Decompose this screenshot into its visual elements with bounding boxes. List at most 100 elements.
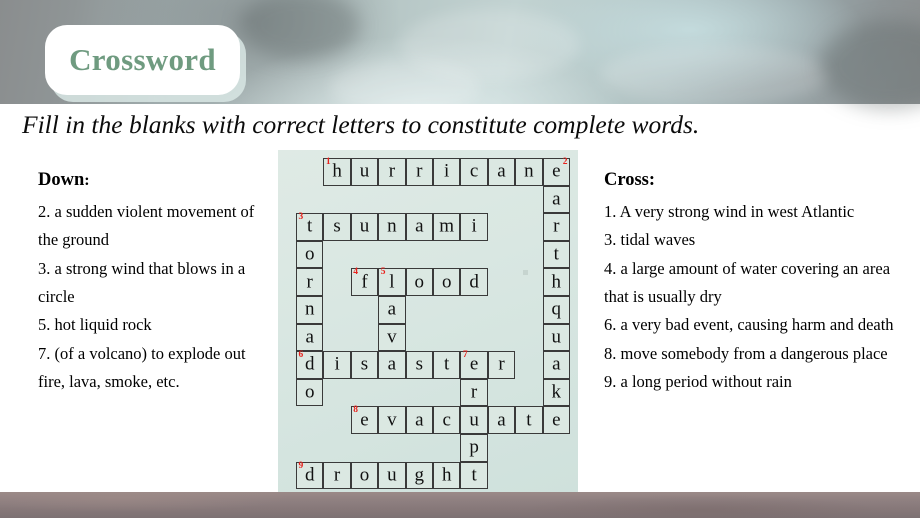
crossword-cell[interactable]: n	[296, 296, 324, 324]
crossword-cell[interactable]: d	[460, 268, 488, 296]
cell-letter: r	[333, 464, 341, 486]
crossword-cell[interactable]: c	[433, 406, 461, 434]
page-title: Crossword	[69, 42, 216, 77]
crossword-cell[interactable]: 2e	[542, 157, 570, 186]
cell-letter: v	[387, 409, 397, 431]
crossword-grid[interactable]: 1hurrican2ea3tsunamirotr4f5loodhnaqavu6d…	[278, 150, 578, 492]
cell-letter: a	[415, 409, 424, 431]
crossword-cell[interactable]: o	[296, 378, 324, 407]
crossword-cell[interactable]: n	[378, 213, 406, 241]
cell-number-label: 4	[353, 267, 359, 278]
cell-letter: t	[471, 464, 477, 486]
cell-letter: e	[469, 353, 479, 375]
crossword-cell[interactable]: e	[542, 406, 570, 434]
crossword-cell[interactable]: 1h	[323, 157, 351, 186]
crossword-cell[interactable]: o	[350, 461, 379, 490]
cell-letter: r	[306, 271, 313, 293]
crossword-cell[interactable]: 8e	[350, 406, 379, 434]
cell-letter: o	[304, 243, 315, 265]
cell-number-label: 7	[462, 350, 468, 361]
cell-letter: r	[416, 160, 423, 182]
crossword-cell[interactable]: h	[542, 268, 570, 296]
cell-letter: a	[552, 188, 561, 210]
title-badge: Crossword	[45, 25, 240, 95]
crossword-cell[interactable]: k	[542, 378, 570, 407]
crossword-cell[interactable]: a	[487, 406, 516, 434]
cell-letter: h	[551, 271, 562, 293]
crossword-cell[interactable]: 7e	[460, 350, 488, 379]
cell-letter: a	[387, 298, 397, 320]
dark-cloud-streak	[240, 0, 360, 60]
crossword-cell[interactable]: c	[460, 158, 488, 186]
down-heading-label: Down	[38, 170, 85, 190]
crossword-cell[interactable]: t	[515, 406, 543, 434]
crossword-cell[interactable]: u	[378, 461, 406, 490]
cell-letter: i	[444, 160, 450, 182]
cell-letter: e	[552, 409, 561, 431]
crossword-cell[interactable]: a	[378, 351, 406, 379]
crossword-cell[interactable]: u	[350, 158, 379, 186]
crossword-cell[interactable]: n	[515, 158, 543, 186]
crossword-cell[interactable]: a	[405, 406, 433, 434]
crossword-cell[interactable]: r	[323, 461, 351, 490]
crossword-cell[interactable]: g	[405, 461, 433, 490]
crossword-cell[interactable]: i	[460, 213, 488, 241]
cell-letter: a	[387, 353, 397, 375]
crossword-cell[interactable]: u	[350, 213, 379, 241]
crossword-cell[interactable]: o	[405, 268, 433, 296]
crossword-cell[interactable]: u	[542, 323, 570, 352]
crossword-cell[interactable]: r	[487, 351, 516, 379]
cell-letter: t	[444, 353, 450, 375]
crossword-cell[interactable]: 6d	[296, 351, 324, 379]
crossword-cell[interactable]: r	[460, 378, 488, 407]
crossword-cell[interactable]: a	[542, 351, 570, 379]
crossword-cell[interactable]: q	[542, 296, 570, 324]
crossword-cell[interactable]: t	[460, 461, 488, 490]
cell-letter: e	[552, 160, 561, 182]
crossword-cell[interactable]: t	[542, 240, 570, 269]
down-clue-item: 5. hot liquid rock	[38, 315, 152, 335]
crossword-cell[interactable]: i	[433, 158, 461, 186]
crossword-cell[interactable]: a	[296, 323, 324, 352]
crossword-cell[interactable]: r	[405, 158, 433, 186]
crossword-cell[interactable]: u	[460, 406, 488, 434]
crossword-cell[interactable]: m	[433, 213, 461, 241]
crossword-cell[interactable]: 9d	[296, 460, 324, 490]
cell-letter: a	[415, 215, 424, 237]
cell-letter: i	[471, 215, 477, 237]
dark-cloud-streak	[820, 20, 920, 110]
crossword-panel: 1hurrican2ea3tsunamirotr4f5loodhnaqavu6d…	[278, 150, 578, 492]
cell-letter: u	[387, 464, 397, 486]
cell-letter: u	[359, 160, 370, 182]
crossword-cell[interactable]: r	[378, 158, 406, 186]
crossword-cell[interactable]: t	[433, 351, 461, 379]
crossword-cell[interactable]: a	[542, 185, 570, 214]
crossword-cell[interactable]: 3t	[296, 213, 324, 241]
down-clues-column: Down: 2. a sudden violent movement of th…	[38, 165, 270, 396]
crossword-cell[interactable]: i	[323, 351, 351, 379]
cell-number-label: 9	[298, 460, 304, 471]
crossword-cell[interactable]: a	[405, 213, 433, 241]
crossword-cell[interactable]: v	[378, 406, 406, 434]
crossword-cell[interactable]: p	[460, 434, 488, 462]
cell-letter: p	[469, 436, 479, 458]
down-clue-item: 3. a strong wind that blows in a circle	[38, 258, 246, 306]
crossword-cell[interactable]: r	[296, 268, 324, 296]
crossword-cell[interactable]: s	[350, 351, 379, 379]
crossword-cell[interactable]: v	[378, 323, 406, 352]
down-clue-item: 7. (of a volcano) to explode out fire, l…	[38, 343, 246, 392]
crossword-cell[interactable]: s	[405, 351, 433, 379]
cell-number-label: 1	[325, 157, 331, 167]
crossword-cell[interactable]: h	[433, 461, 461, 490]
crossword-cell[interactable]: o	[296, 240, 324, 269]
crossword-cell[interactable]: a	[487, 158, 516, 186]
crossword-cell[interactable]: 4f	[350, 267, 379, 296]
crossword-cell[interactable]: r	[542, 213, 570, 241]
crossword-cell[interactable]: o	[433, 268, 461, 296]
cell-letter: c	[469, 160, 479, 182]
instruction-text: Fill in the blanks with correct letters …	[22, 110, 700, 139]
crossword-cell[interactable]: a	[378, 296, 406, 324]
crossword-cell[interactable]: 5l	[378, 268, 406, 296]
crossword-cell[interactable]: s	[323, 213, 351, 241]
header-sky-banner: Crossword	[0, 0, 920, 115]
